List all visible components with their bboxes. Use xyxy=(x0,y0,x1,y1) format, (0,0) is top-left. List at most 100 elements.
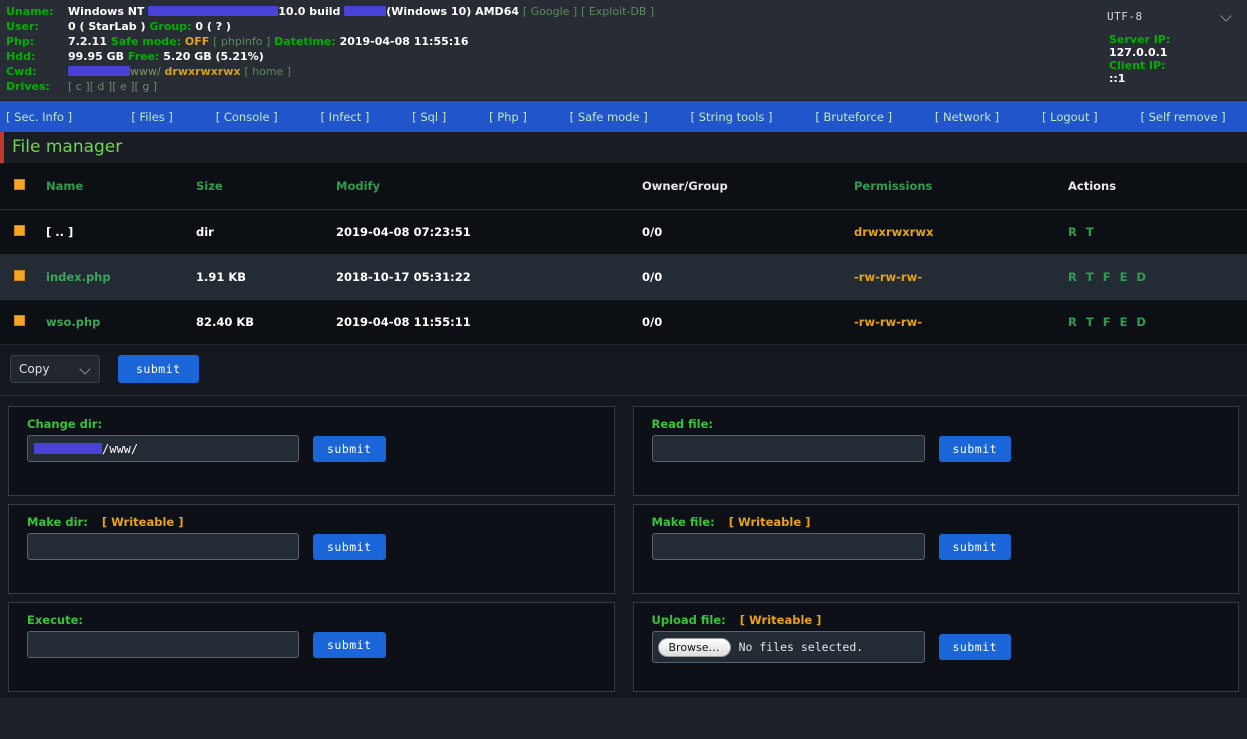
nav-item-sql[interactable]: [ Sql ] xyxy=(391,110,468,124)
make-dir-submit-button[interactable]: submit xyxy=(313,534,386,560)
table-row: wso.php 82.40 KB 2019-04-08 11:55:11 0/0… xyxy=(0,300,1247,345)
file-permissions[interactable]: -rw-rw-rw- xyxy=(854,300,1068,345)
select-all-cell xyxy=(0,163,46,210)
file-permissions[interactable]: drwxrwxrwx xyxy=(854,210,1068,255)
redaction-block-cwd xyxy=(68,66,130,76)
file-name[interactable]: wso.php xyxy=(46,300,196,345)
server-ip-value: 127.0.0.1 xyxy=(1109,46,1247,59)
safe-mode-value: OFF xyxy=(185,35,209,48)
column-header-name[interactable]: Name xyxy=(46,163,196,210)
phpinfo-link[interactable]: [ phpinfo ] xyxy=(213,35,270,48)
change-dir-panel: Change dir: /www/ submit xyxy=(8,406,615,496)
read-file-submit-button[interactable]: submit xyxy=(939,436,1012,462)
cwd-value: www/ drwxrwxrwx [ home ] xyxy=(68,64,654,79)
change-dir-row: /www/ submit xyxy=(27,435,596,462)
nav-item-php[interactable]: [ Php ] xyxy=(468,110,549,124)
execute-submit-button[interactable]: submit xyxy=(313,632,386,658)
charset-selected-value: UTF-8 xyxy=(1107,10,1143,23)
home-link[interactable]: [ home ] xyxy=(244,65,291,78)
chevron-down-icon xyxy=(1222,11,1233,22)
file-modify: 2019-04-08 07:23:51 xyxy=(336,210,642,255)
make-file-submit-button[interactable]: submit xyxy=(939,534,1012,560)
file-size: dir xyxy=(196,210,336,255)
bulk-action-select[interactable]: Copy xyxy=(10,355,100,383)
uname-os: Windows NT xyxy=(68,5,144,18)
file-actions[interactable]: R T F E D xyxy=(1068,300,1247,345)
page-title: File manager xyxy=(0,132,1247,163)
info-row-drives: Drives: [ c ][ d ][ e ][ g ] xyxy=(6,79,654,94)
row-checkbox[interactable] xyxy=(14,315,25,326)
nav-item-network[interactable]: [ Network ] xyxy=(913,110,1020,124)
nav-item-bruteforce[interactable]: [ Bruteforce ] xyxy=(794,110,914,124)
column-header-permissions[interactable]: Permissions xyxy=(854,163,1068,210)
cwd-path-suffix[interactable]: www/ xyxy=(130,65,161,78)
redaction-block-build xyxy=(344,6,386,16)
file-name[interactable]: [ .. ] xyxy=(46,210,196,255)
change-dir-label: Change dir: xyxy=(27,417,596,431)
upload-file-row: Browse… No files selected. submit xyxy=(652,631,1221,663)
nav-item-string-tools[interactable]: [ String tools ] xyxy=(669,110,794,124)
file-manager-table: Name Size Modify Owner/Group Permissions… xyxy=(0,163,1247,345)
make-dir-writeable-badge: [ Writeable ] xyxy=(102,515,184,529)
change-dir-submit-button[interactable]: submit xyxy=(313,436,386,462)
nav-item-console[interactable]: [ Console ] xyxy=(194,110,299,124)
hdd-value: 99.95 GB Free: 5.20 GB (5.21%) xyxy=(68,49,654,64)
php-version: 7.2.11 xyxy=(68,35,107,48)
make-dir-input[interactable] xyxy=(27,533,299,560)
column-header-size[interactable]: Size xyxy=(196,163,336,210)
row-checkbox[interactable] xyxy=(14,225,25,236)
drive-link-c[interactable]: [ c ] xyxy=(68,80,90,93)
google-link[interactable]: [ Google ] xyxy=(523,5,577,18)
drive-link-d[interactable]: [ d ] xyxy=(90,80,113,93)
drives-value: [ c ][ d ][ e ][ g ] xyxy=(68,79,654,94)
uname-value: Windows NT 10.0 build (Windows 10) AMD64… xyxy=(68,4,654,19)
system-info-header: Uname: Windows NT 10.0 build (Windows 10… xyxy=(0,0,1247,100)
nav-item-logout[interactable]: [ Logout ] xyxy=(1021,110,1119,124)
file-modify: 2019-04-08 11:55:11 xyxy=(336,300,642,345)
redaction-block-hostname xyxy=(148,6,278,16)
file-name[interactable]: index.php xyxy=(46,255,196,300)
user-uid: 0 ( StarLab ) xyxy=(68,20,146,33)
column-header-modify[interactable]: Modify xyxy=(336,163,642,210)
table-row: index.php 1.91 KB 2018-10-17 05:31:22 0/… xyxy=(0,255,1247,300)
column-header-actions: Actions xyxy=(1068,163,1247,210)
nav-item-self-remove[interactable]: [ Self remove ] xyxy=(1119,110,1247,124)
drive-link-g[interactable]: [ g ] xyxy=(135,80,158,93)
upload-file-submit-button[interactable]: submit xyxy=(939,634,1012,660)
row-select-cell xyxy=(0,300,46,345)
execute-label: Execute: xyxy=(27,613,596,627)
chevron-down-icon xyxy=(81,364,92,375)
nav-item-infect[interactable]: [ Infect ] xyxy=(299,110,391,124)
nav-item-safe-mode[interactable]: [ Safe mode ] xyxy=(548,110,669,124)
nav-item-files[interactable]: [ Files ] xyxy=(110,110,194,124)
make-dir-row: submit xyxy=(27,533,596,560)
browse-button[interactable]: Browse… xyxy=(658,638,731,657)
upload-file-writeable-badge: [ Writeable ] xyxy=(740,613,822,627)
file-actions[interactable]: R T xyxy=(1068,210,1247,255)
make-file-row: submit xyxy=(652,533,1221,560)
execute-input[interactable] xyxy=(27,631,299,658)
file-actions[interactable]: R T F E D xyxy=(1068,255,1247,300)
exploitdb-link[interactable]: [ Exploit-DB ] xyxy=(581,5,654,18)
change-dir-value-suffix: /www/ xyxy=(102,442,138,456)
header-right-block: UTF-8 Server IP: 127.0.0.1 Client IP: ::… xyxy=(1097,4,1247,85)
execute-panel: Execute: submit xyxy=(8,602,615,692)
datetime-label: Datetime: xyxy=(274,35,336,48)
select-all-checkbox[interactable] xyxy=(14,179,25,190)
read-file-input[interactable] xyxy=(652,435,925,462)
cwd-permissions: drwxrwxrwx xyxy=(165,65,241,78)
file-permissions[interactable]: -rw-rw-rw- xyxy=(854,255,1068,300)
drive-link-e[interactable]: [ e ] xyxy=(112,80,134,93)
row-select-cell xyxy=(0,210,46,255)
server-ip-label: Server IP: xyxy=(1109,33,1247,46)
row-checkbox[interactable] xyxy=(14,270,25,281)
info-row-php: Php: 7.2.11 Safe mode: OFF [ phpinfo ] D… xyxy=(6,34,654,49)
upload-file-input[interactable]: Browse… No files selected. xyxy=(652,631,925,663)
nav-item-sec-info[interactable]: [ Sec. Info ] xyxy=(0,110,110,124)
no-file-selected-text: No files selected. xyxy=(739,640,864,654)
make-file-input[interactable] xyxy=(652,533,925,560)
row-select-cell xyxy=(0,255,46,300)
change-dir-input[interactable]: /www/ xyxy=(27,435,299,462)
charset-selector[interactable]: UTF-8 xyxy=(1097,4,1247,28)
bulk-action-submit-button[interactable]: submit xyxy=(118,355,199,383)
